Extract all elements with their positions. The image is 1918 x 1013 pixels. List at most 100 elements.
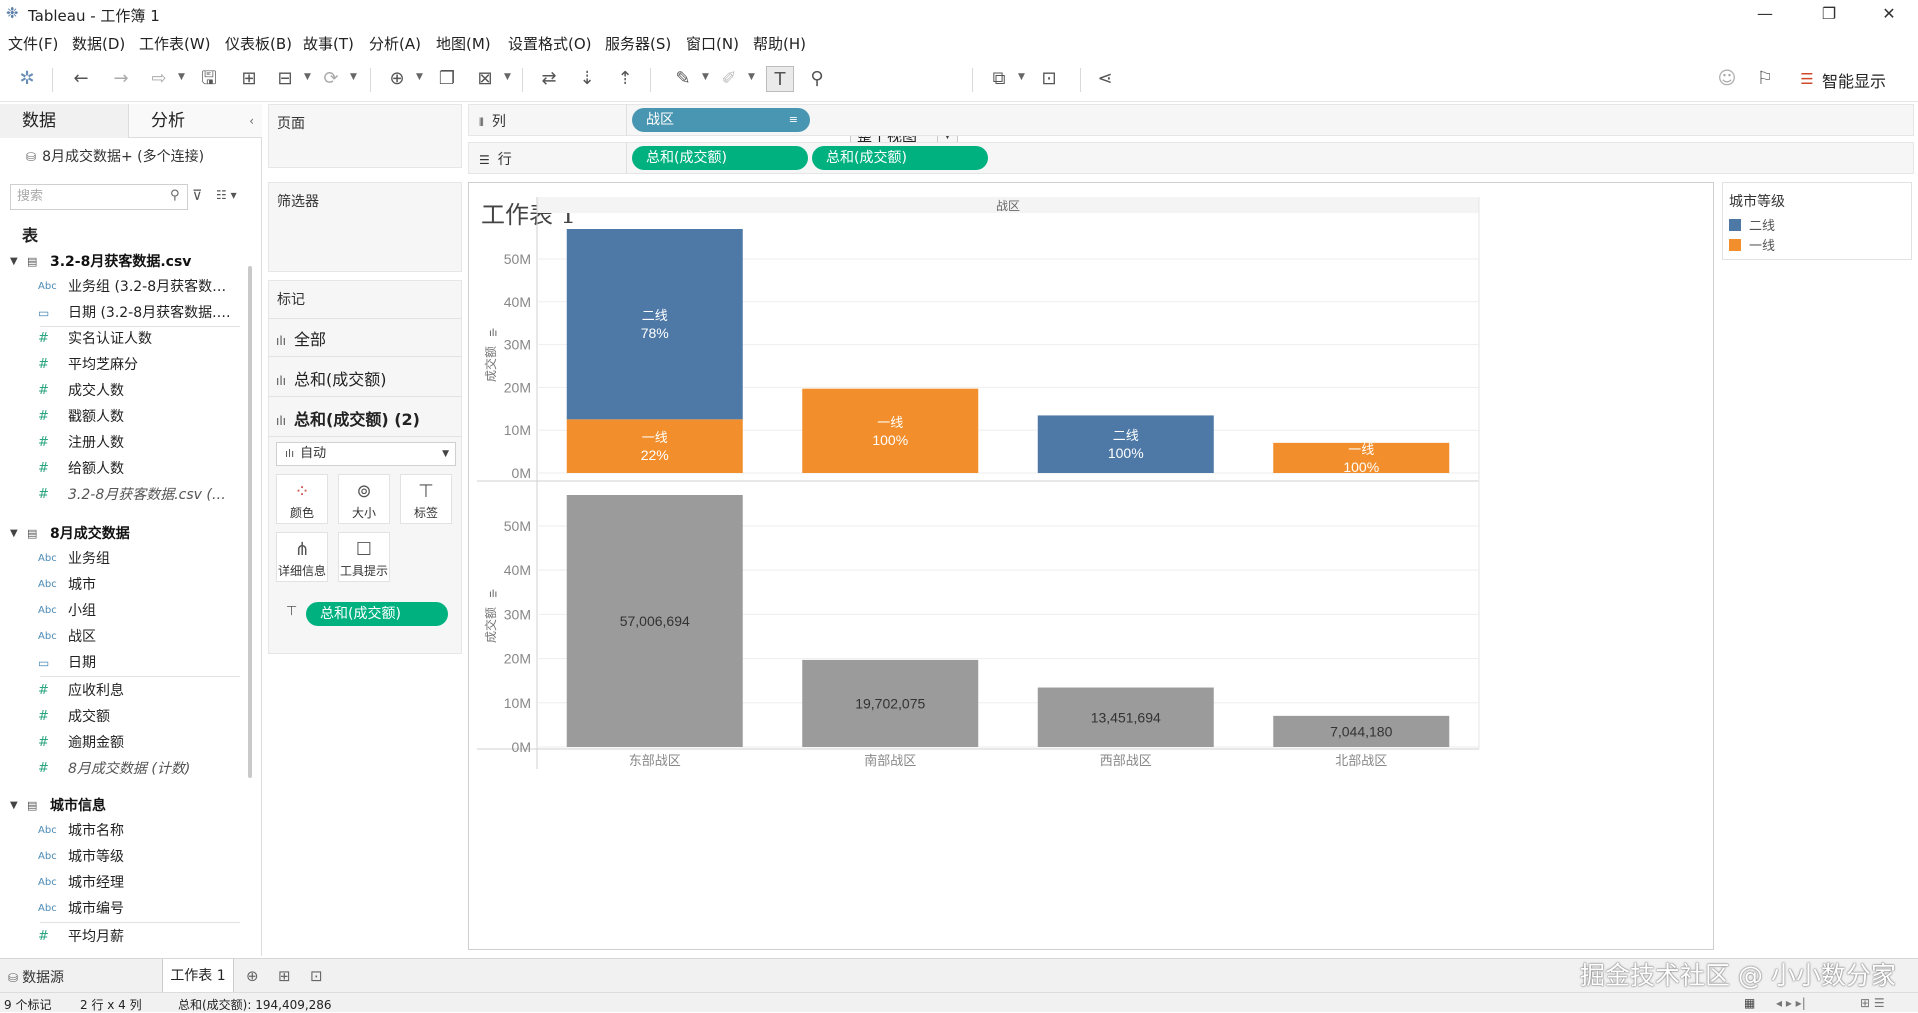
filter-icon[interactable]: ⊽ — [192, 188, 202, 204]
menu-server[interactable]: 服务器(S) — [605, 33, 671, 54]
menu-worksheet[interactable]: 工作表(W) — [139, 33, 211, 54]
field-item[interactable]: Abc业务组 (3.2-8月获客数据.csv) — [0, 274, 240, 300]
new-datasource-icon[interactable]: ⊞ — [236, 66, 262, 92]
field-item[interactable]: # 应收利息 — [0, 678, 240, 704]
search-icon[interactable]: ⚲ — [170, 188, 180, 203]
new-dashboard-tab-icon[interactable]: ⊞ — [278, 967, 291, 985]
pages-card[interactable]: 页面 — [268, 104, 462, 168]
tab-sheet1[interactable]: 工作表 1 — [162, 959, 234, 993]
columns-pill[interactable]: 战区 ≡ — [632, 108, 810, 132]
show-cards-dropdown-icon[interactable]: ▼ — [1018, 72, 1025, 82]
new-worksheet-tab-icon[interactable]: ⊕ — [246, 967, 259, 985]
grid-view-icon[interactable]: ▦ — [1744, 996, 1755, 1010]
field-item[interactable]: Abc 战区 — [0, 624, 240, 650]
share-icon[interactable]: ⋖ — [1092, 66, 1118, 92]
table-group[interactable]: ▼ ▤ 城市信息 — [0, 794, 240, 818]
field-item[interactable]: # 给额人数 — [0, 456, 240, 482]
fix-axes-icon[interactable]: ⚲ — [804, 66, 830, 92]
data-pane-scrollbar[interactable] — [248, 266, 252, 778]
field-item[interactable]: #3.2-8月获客数据.csv (计数) — [0, 482, 240, 508]
label-button[interactable]: ⊤ 标签 — [400, 474, 452, 524]
redo-icon[interactable]: → — [108, 66, 134, 92]
marks-sum2[interactable]: ılı 总和(成交额) (2) — [276, 406, 420, 430]
refresh-icon[interactable]: ⟳ — [318, 66, 344, 92]
duplicate-sheet-icon[interactable]: ❐ — [434, 66, 460, 92]
sort-ascending-icon[interactable]: ⇣ — [574, 66, 600, 92]
pause-updates-icon[interactable]: ⊟ — [272, 66, 298, 92]
new-worksheet-dropdown-icon[interactable]: ▼ — [416, 72, 423, 82]
field-item[interactable]: Abc 城市编号 — [0, 896, 240, 922]
field-item[interactable]: # 戳额人数 — [0, 404, 240, 430]
legend-item[interactable]: 一线 — [1729, 235, 1775, 254]
rows-pill[interactable]: 总和(成交额) — [812, 146, 988, 170]
new-story-tab-icon[interactable]: ⊡ — [310, 967, 323, 985]
menu-format[interactable]: 设置格式(O) — [508, 33, 592, 54]
field-item[interactable]: ▭ 日期 (3.2-8月获客数据.csv) — [0, 300, 240, 326]
field-item[interactable]: # 成交人数 — [0, 378, 240, 404]
close-button[interactable]: ✕ — [1866, 2, 1912, 26]
collapse-icon[interactable]: ▼ — [10, 794, 18, 818]
table-group[interactable]: ▼ ▤ 3.2-8月获客数据.csv — [0, 250, 240, 274]
group-members-icon[interactable]: ✐ — [716, 66, 742, 92]
field-item[interactable]: # 逾期金额 — [0, 730, 240, 756]
field-item[interactable]: # 平均芝麻分 — [0, 352, 240, 378]
field-item[interactable]: Abc 城市名称 — [0, 818, 240, 844]
highlight-icon[interactable]: ✎ — [670, 66, 696, 92]
legend-item[interactable]: 二线 — [1729, 215, 1775, 234]
menu-story[interactable]: 故事(T) — [303, 33, 354, 54]
group-dropdown-icon[interactable]: ▼ — [748, 72, 755, 82]
clear-dropdown-icon[interactable]: ▼ — [504, 72, 511, 82]
replay-dropdown-icon[interactable]: ▼ — [178, 72, 185, 82]
rows-pill[interactable]: 总和(成交额) — [632, 146, 808, 170]
view-options-icon[interactable]: ☷ ▾ — [216, 188, 237, 202]
tab-analysis[interactable]: 分析 ‹ — [128, 104, 262, 138]
field-item[interactable]: Abc 城市等级 — [0, 844, 240, 870]
field-item[interactable]: Abc 小组 — [0, 598, 240, 624]
menu-window[interactable]: 窗口(N) — [686, 33, 739, 54]
tab-datasource[interactable]: ⛁ 数据源 — [8, 967, 64, 987]
nav-arrows-icon[interactable]: ◂ ▸ ▸| — [1776, 996, 1806, 1010]
presentation-mode-icon[interactable]: ⊡ — [1036, 66, 1062, 92]
ask-data-icon[interactable]: ☺ — [1714, 66, 1740, 92]
field-item[interactable]: Abc 业务组 — [0, 546, 240, 572]
mark-type-select[interactable]: ılı 自动 ▼ — [276, 442, 456, 466]
sheet-sorter-icon[interactable]: ⊞ ☰ — [1860, 996, 1885, 1010]
show-mark-labels-icon[interactable]: T — [766, 66, 794, 92]
new-worksheet-icon[interactable]: ⊕ — [384, 66, 410, 92]
chart[interactable]: 战区 0M 10M 20M 30M 40M 50M 成交额 ılı 0M 10M 20M 30M 40M 5… — [469, 183, 1715, 951]
table-group[interactable]: ▼ ▤ 8月成交数据 — [0, 522, 240, 546]
clear-sheet-icon[interactable]: ⊠ — [472, 66, 498, 92]
detail-button[interactable]: ⋔ 详细信息 — [276, 532, 328, 582]
field-item[interactable]: Abc 城市 — [0, 572, 240, 598]
sort-descending-icon[interactable]: ⇡ — [612, 66, 638, 92]
highlight-dropdown-icon[interactable]: ▼ — [702, 72, 709, 82]
pause-dropdown-icon[interactable]: ▼ — [304, 72, 311, 82]
menu-map[interactable]: 地图(M) — [436, 33, 491, 54]
size-button[interactable]: ⊚ 大小 — [338, 474, 390, 524]
pin-icon[interactable]: ⚐ — [1752, 66, 1778, 92]
menu-data[interactable]: 数据(D) — [72, 33, 125, 54]
field-item[interactable]: #8月成交数据 (计数) — [0, 756, 240, 782]
label-pill[interactable]: 总和(成交额) — [306, 602, 448, 626]
tab-data[interactable]: 数据 — [0, 104, 128, 138]
field-item[interactable]: # 实名认证人数 — [0, 326, 240, 352]
smart-show-button[interactable]: 智能显示 — [1800, 68, 1886, 92]
swap-rows-columns-icon[interactable]: ⇄ — [536, 66, 562, 92]
menu-help[interactable]: 帮助(H) — [753, 33, 806, 54]
restore-button[interactable]: ❐ — [1806, 2, 1852, 26]
collapse-icon[interactable]: ▼ — [10, 250, 18, 274]
field-item[interactable]: # 注册人数 — [0, 430, 240, 456]
color-button[interactable]: ⁘ 颜色 — [276, 474, 328, 524]
field-item[interactable]: # 平均月薪 — [0, 924, 240, 950]
collapse-pane-icon[interactable]: ‹ — [249, 104, 254, 138]
menu-analysis[interactable]: 分析(A) — [369, 33, 421, 54]
minimize-button[interactable]: — — [1742, 2, 1788, 26]
marks-sum1[interactable]: ılı 总和(成交额) — [276, 366, 387, 390]
collapse-icon[interactable]: ▼ — [10, 522, 18, 546]
filters-card[interactable]: 筛选器 — [268, 182, 462, 272]
undo-icon[interactable]: ← — [68, 66, 94, 92]
save-icon[interactable]: 🖫 — [196, 66, 222, 92]
replay-icon[interactable]: ⇨ — [146, 66, 172, 92]
data-connection[interactable]: ⛁ 8月成交数据+ (多个连接) — [26, 146, 204, 166]
field-item[interactable]: ▭ 日期 — [0, 650, 240, 676]
